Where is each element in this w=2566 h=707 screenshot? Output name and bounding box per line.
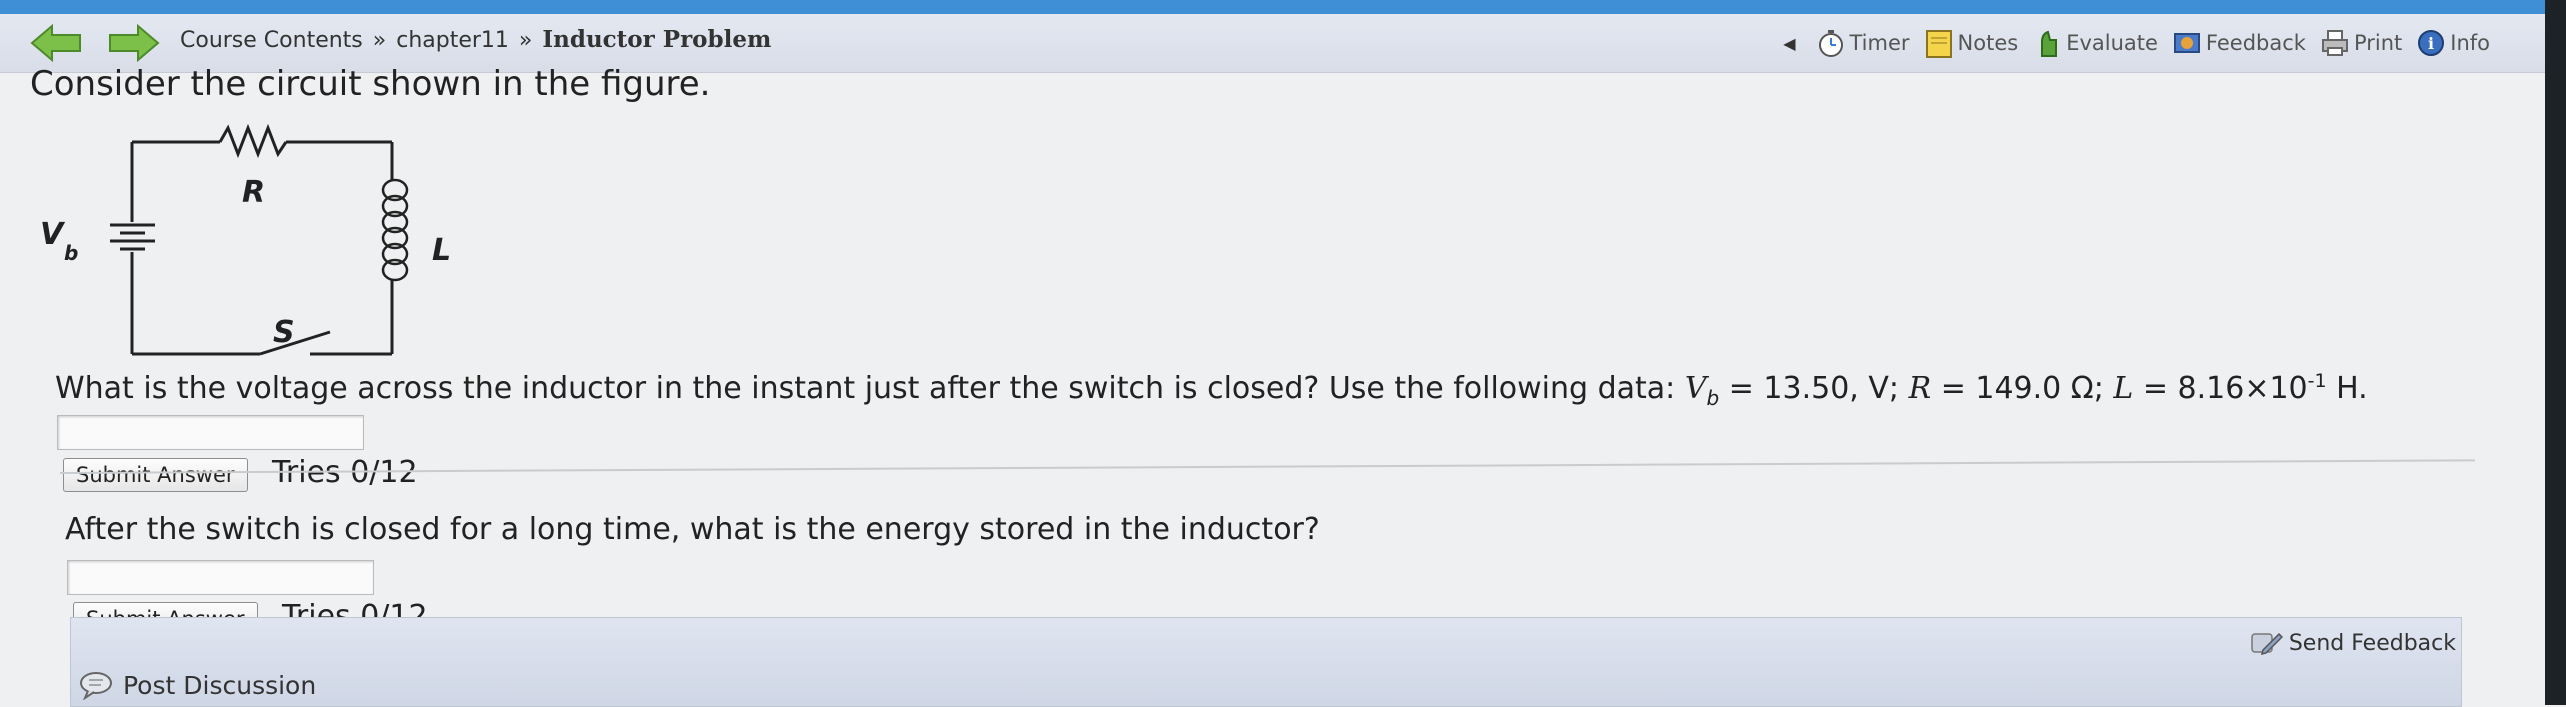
vb-variable: V [1684, 371, 1707, 406]
stopwatch-icon [1818, 30, 1843, 57]
breadcrumb-current: Inductor Problem [542, 26, 772, 53]
problem-content: Consider the circuit shown in the figure… [0, 64, 2545, 707]
collapse-triangle-icon[interactable]: ◀ [1783, 34, 1795, 53]
submit-answer-1-button[interactable]: Submit Answer [63, 458, 248, 492]
evaluate-icon [2041, 30, 2058, 57]
resistor-label: R [242, 175, 265, 210]
breadcrumb: Course Contents » chapter11 » Inductor Probl… [180, 26, 771, 53]
switch-label: S [273, 315, 295, 350]
window-edge [2545, 0, 2566, 705]
breadcrumb-chapter[interactable]: chapter11 [396, 28, 509, 53]
battery-label: V [40, 217, 66, 252]
feedback-icon [2173, 33, 2200, 53]
breadcrumb-separator: » [372, 28, 387, 53]
inductor-label: L [432, 233, 451, 268]
notes-icon [1925, 30, 1952, 58]
timer-button[interactable]: Timer [1816, 28, 1910, 58]
discussion-bar: Send Feedback Post Discussion [70, 617, 2462, 707]
breadcrumb-separator: » [518, 28, 533, 53]
send-feedback-link[interactable]: Send Feedback [2249, 628, 2456, 658]
info-button[interactable]: i Info [2416, 28, 2490, 58]
toolbar: ◀ Timer Notes Evaluate Feedback Print i … [1783, 28, 2490, 58]
evaluate-label: Evaluate [2066, 31, 2158, 55]
r-variable: R [1908, 371, 1932, 406]
question-divider [59, 459, 2475, 474]
vb-subscript: b [1706, 386, 1720, 410]
print-label: Print [2353, 31, 2403, 55]
switch-symbol [259, 330, 331, 356]
l-unit: H. [2336, 371, 2368, 406]
inductor-coil [381, 178, 409, 282]
resistor-symbol [218, 123, 288, 159]
feedback-button[interactable]: Feedback [2172, 28, 2306, 58]
l-variable: L [2113, 371, 2134, 406]
notes-button[interactable]: Notes [1924, 28, 2019, 58]
battery-label-subscript: b [64, 241, 78, 265]
send-feedback-label: Send Feedback [2288, 630, 2456, 656]
breadcrumb-course-contents[interactable]: Course Contents [180, 28, 363, 53]
printer-icon [2321, 30, 2348, 56]
post-discussion-link[interactable]: Post Discussion [79, 670, 316, 700]
question-1-prefix: What is the voltage across the inductor … [55, 371, 1676, 406]
question-2-text: After the switch is closed for a long ti… [65, 512, 1320, 547]
info-label: Info [2450, 31, 2490, 55]
forward-arrow-icon[interactable] [108, 23, 160, 63]
print-button[interactable]: Print [2320, 28, 2402, 58]
l-exponent: -1 [2307, 370, 2327, 392]
discussion-bubble-icon [80, 672, 112, 700]
top-strip [0, 0, 2566, 14]
notes-label: Notes [1957, 31, 2019, 55]
feedback-pencil-icon [2251, 632, 2283, 656]
question-1-text: What is the voltage across the inductor … [55, 370, 2368, 410]
back-arrow-icon[interactable] [30, 23, 82, 63]
vb-value: = 13.50, V; [1728, 371, 1900, 406]
battery-symbol [110, 223, 155, 251]
l-value: = 8.16×10 [2142, 371, 2308, 406]
timer-label: Timer [1849, 31, 1910, 55]
post-discussion-label: Post Discussion [123, 670, 317, 700]
svg-text:i: i [2428, 34, 2434, 53]
r-value: = 149.0 Ω; [1940, 371, 2104, 406]
info-icon: i [2418, 30, 2445, 56]
evaluate-button[interactable]: Evaluate [2032, 28, 2158, 58]
answer-2-input[interactable] [67, 560, 374, 595]
answer-1-input[interactable] [57, 415, 364, 450]
feedback-label: Feedback [2205, 31, 2306, 55]
